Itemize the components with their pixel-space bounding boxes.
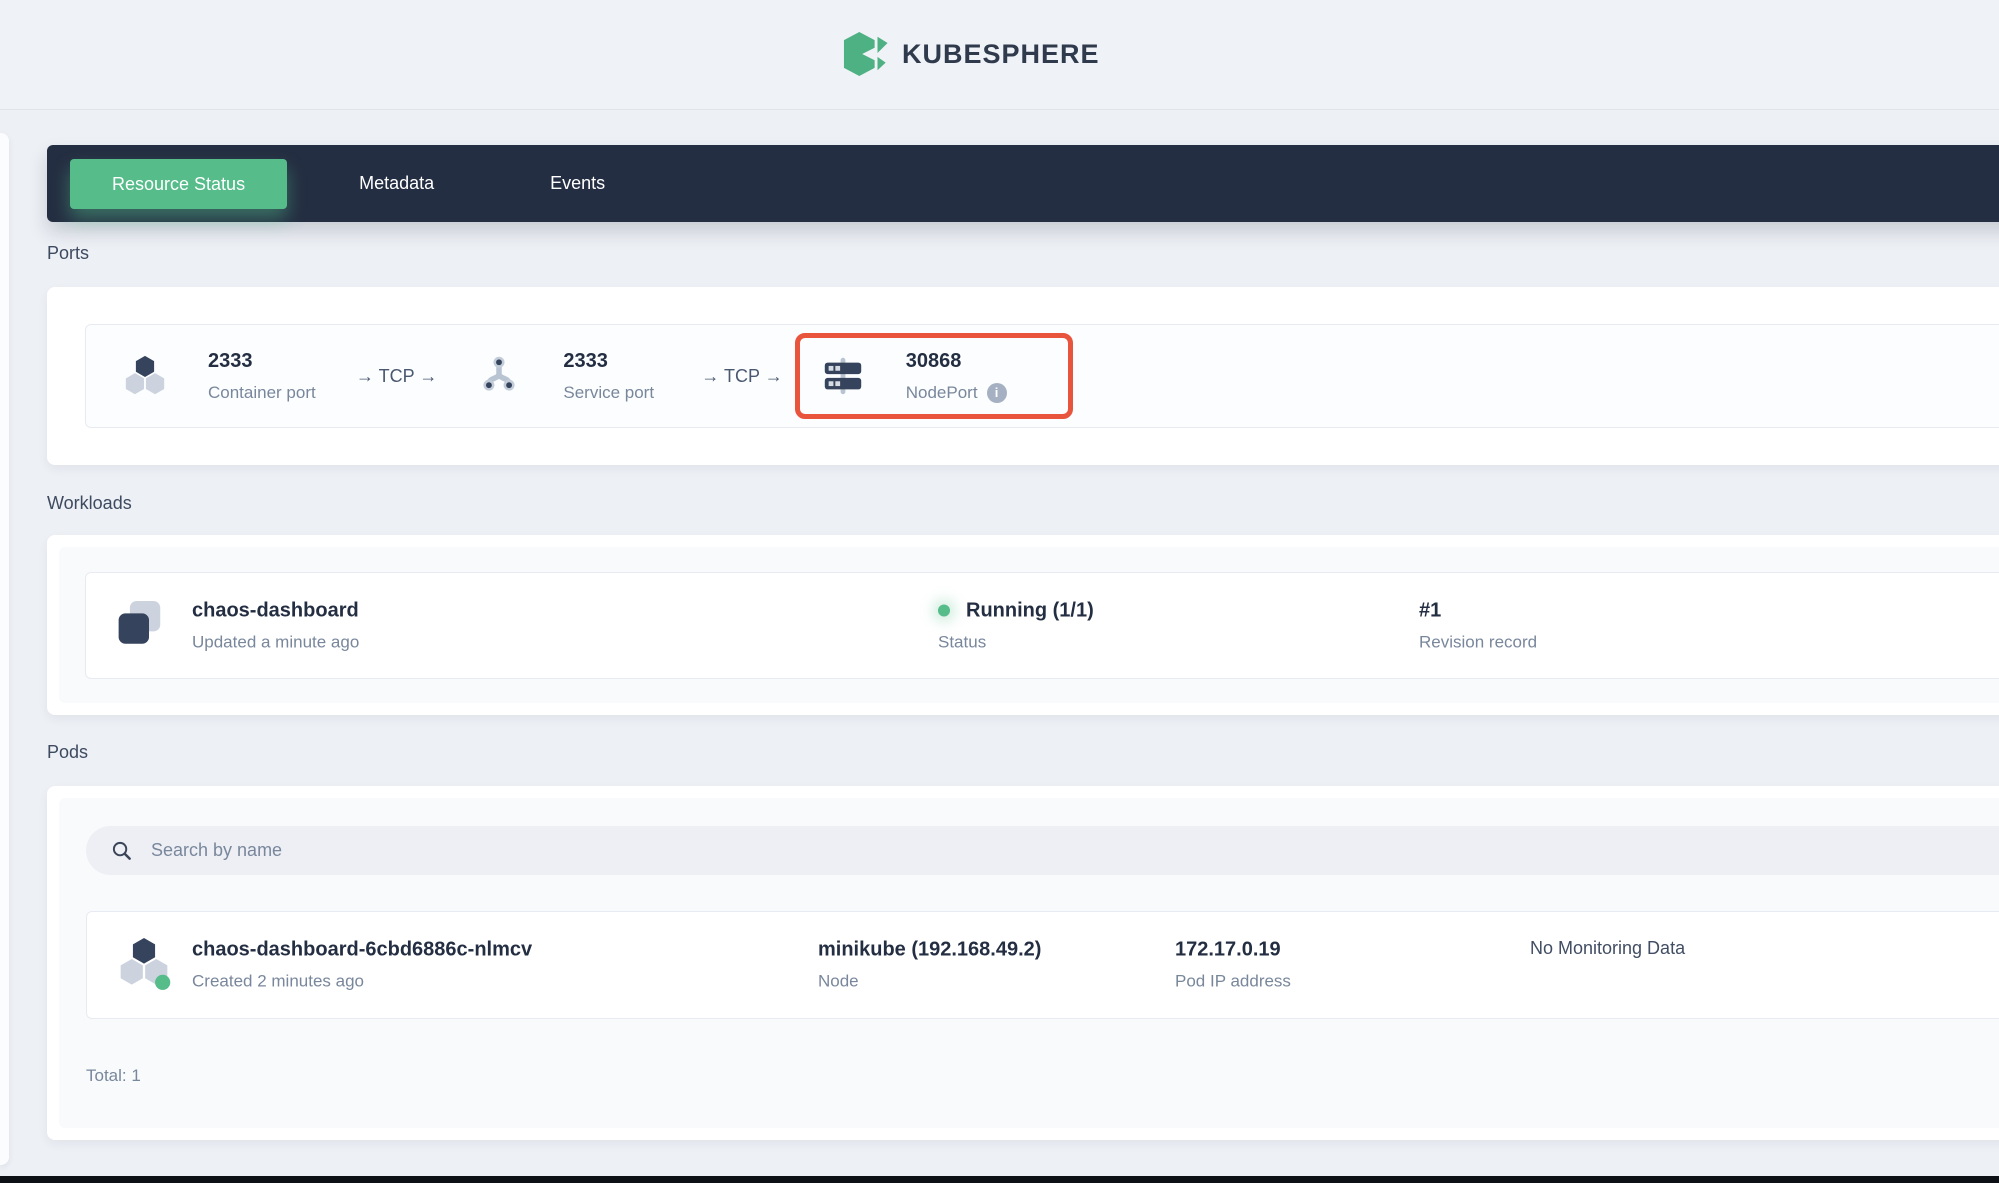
pod-ip-block: 172.17.0.19 Pod IP address bbox=[1175, 938, 1291, 993]
workload-status-value: Running (1/1) bbox=[966, 598, 1094, 622]
workloads-card: chaos-dashboard Updated a minute ago Run… bbox=[47, 535, 1999, 715]
container-port-block: 2333 Container port bbox=[208, 349, 320, 404]
nodeport-icon bbox=[820, 353, 866, 399]
pods-section-title: Pods bbox=[47, 742, 88, 763]
workload-status-label: Status bbox=[938, 631, 1094, 653]
pod-ip-value: 172.17.0.19 bbox=[1175, 938, 1291, 962]
pods-panel: chaos-dashboard-6cbd6886c-nlmcv Created … bbox=[59, 798, 1999, 1128]
pod-node-value: minikube (192.168.49.2) bbox=[818, 938, 1041, 962]
search-icon bbox=[111, 840, 132, 861]
pods-total-count: Total: 1 bbox=[86, 1066, 141, 1086]
nodeport-label-line: NodePort i bbox=[906, 382, 1007, 404]
pod-row[interactable]: chaos-dashboard-6cbd6886c-nlmcv Created … bbox=[86, 911, 1999, 1019]
ports-section-title: Ports bbox=[47, 243, 89, 264]
pod-name-link[interactable]: chaos-dashboard-6cbd6886c-nlmcv bbox=[192, 938, 532, 962]
nodeport-label: NodePort bbox=[906, 382, 978, 404]
service-port-value: 2333 bbox=[563, 349, 675, 373]
pod-search-bar bbox=[86, 826, 1999, 875]
protocol-arrow: → TCP → bbox=[701, 366, 782, 387]
tab-events[interactable]: Events bbox=[506, 173, 649, 194]
app-header: KUBESPHERE bbox=[0, 0, 1999, 110]
pod-node-label: Node bbox=[818, 971, 1041, 993]
nodeport-block: 30868 NodePort i bbox=[906, 349, 1007, 404]
tab-metadata[interactable]: Metadata bbox=[315, 173, 478, 194]
tab-resource-status[interactable]: Resource Status bbox=[70, 159, 287, 209]
pod-created: Created 2 minutes ago bbox=[192, 971, 532, 993]
nodeport-highlight-box: 30868 NodePort i bbox=[795, 333, 1073, 419]
kubesphere-logo: KUBESPHERE bbox=[843, 31, 1100, 77]
workload-status-block: Running (1/1) Status bbox=[938, 598, 1094, 653]
workload-updated: Updated a minute ago bbox=[192, 631, 359, 653]
tab-bar: Resource Status Metadata Events bbox=[47, 145, 1999, 222]
service-port-block: 2333 Service port bbox=[563, 349, 675, 404]
workload-row[interactable]: chaos-dashboard Updated a minute ago Run… bbox=[85, 572, 1999, 679]
ports-flow-row: 2333 Container port → TCP → 2333 Service… bbox=[85, 324, 1999, 428]
pod-node-block: minikube (192.168.49.2) Node bbox=[818, 938, 1041, 993]
pods-card: chaos-dashboard-6cbd6886c-nlmcv Created … bbox=[47, 786, 1999, 1140]
info-icon[interactable]: i bbox=[987, 383, 1007, 403]
workload-revision-value: #1 bbox=[1419, 598, 1537, 622]
service-port-label: Service port bbox=[563, 382, 675, 404]
kubesphere-logo-icon bbox=[843, 31, 889, 77]
left-page-edge bbox=[0, 133, 9, 1165]
deployment-icon bbox=[113, 596, 167, 655]
workload-name-block: chaos-dashboard Updated a minute ago bbox=[192, 598, 359, 653]
bottom-window-edge bbox=[0, 1176, 1999, 1183]
ports-card: 2333 Container port → TCP → 2333 Service… bbox=[47, 287, 1999, 465]
container-port-label: Container port bbox=[208, 382, 320, 404]
workload-revision-label: Revision record bbox=[1419, 631, 1537, 653]
pod-monitoring-status: No Monitoring Data bbox=[1530, 938, 1685, 959]
container-port-value: 2333 bbox=[208, 349, 320, 373]
workload-revision-block: #1 Revision record bbox=[1419, 598, 1537, 653]
nodeport-value: 30868 bbox=[906, 349, 1007, 373]
logo-text: KUBESPHERE bbox=[902, 39, 1100, 70]
protocol-arrow: → TCP → bbox=[356, 366, 437, 387]
status-dot-icon bbox=[938, 604, 950, 616]
service-icon bbox=[477, 354, 521, 398]
pod-icon bbox=[116, 935, 172, 996]
workload-name-link[interactable]: chaos-dashboard bbox=[192, 598, 359, 622]
pod-name-block: chaos-dashboard-6cbd6886c-nlmcv Created … bbox=[192, 938, 532, 993]
pod-ip-label: Pod IP address bbox=[1175, 971, 1291, 993]
container-icon bbox=[122, 353, 168, 399]
workloads-section-title: Workloads bbox=[47, 493, 132, 514]
pod-search-input[interactable] bbox=[151, 840, 1999, 861]
